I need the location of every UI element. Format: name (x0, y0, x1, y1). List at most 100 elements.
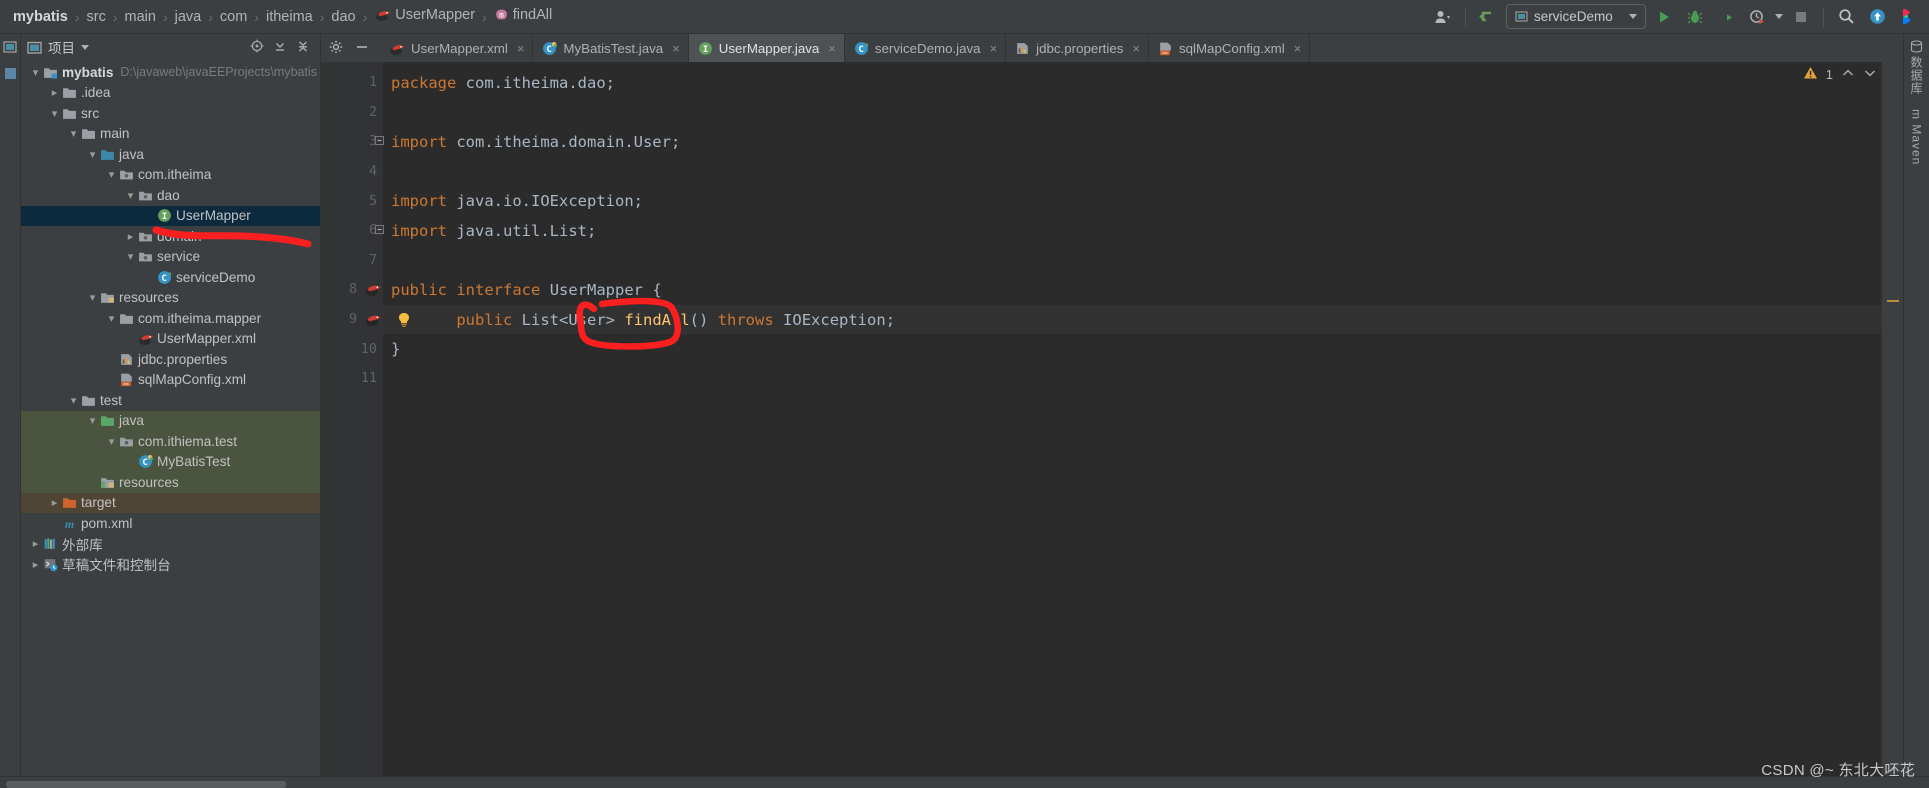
run-with-coverage-icon[interactable] (1713, 5, 1739, 29)
editor-tab-close-icon[interactable]: × (1294, 41, 1302, 56)
tree-toggle-open-icon[interactable] (124, 250, 137, 263)
nav-previous-problem-icon[interactable] (1841, 67, 1855, 82)
breadcrumb-item-java[interactable]: java (172, 9, 205, 25)
tree-toggle-open-icon[interactable] (105, 168, 118, 181)
editor-tab-usermapper-java[interactable]: I UserMapper.java × (688, 34, 845, 62)
mybatis-gutter-icon[interactable] (364, 282, 381, 297)
gutter-line-3[interactable]: 3 (321, 127, 384, 157)
tree-node-usermapper[interactable]: I UserMapper (21, 205, 320, 226)
tree-toggle-open-icon[interactable] (105, 435, 118, 448)
tree-toggle-closed-icon[interactable] (124, 230, 137, 243)
code-line-9[interactable]: public List<User> findAll() throws IOExc… (383, 304, 1881, 335)
search-everywhere-icon[interactable] (1833, 5, 1859, 29)
breadcrumb-item-main[interactable]: main (122, 9, 159, 25)
breadcrumb-item-findall[interactable]: m findAll (491, 7, 556, 26)
tree-node-[interactable]: 草稿文件和控制台 (21, 554, 320, 575)
user-account-icon[interactable] (1430, 5, 1456, 29)
tree-toggle-open-icon[interactable] (86, 148, 99, 161)
tree-node-com-itheima-mapper[interactable]: com.itheima.mapper (21, 308, 320, 329)
editor-marker-bar[interactable] (1881, 62, 1903, 776)
hide-icon[interactable] (355, 40, 369, 57)
tree-node-com-ithiema-test[interactable]: com.ithiema.test (21, 431, 320, 452)
tree-toggle-open-icon[interactable] (105, 312, 118, 325)
editor-tab-jdbc-properties[interactable]: jdbc.properties × (1006, 34, 1149, 62)
code-line-6[interactable]: import java.util.List; (383, 216, 1881, 246)
structure-tool-button[interactable] (4, 67, 17, 83)
tree-toggle-open-icon[interactable] (86, 414, 99, 427)
editor-tab-servicedemo-java[interactable]: CserviceDemo.java × (845, 34, 1007, 62)
editor-tab-mybatistest-java[interactable]: C MyBatisTest.java × (533, 34, 689, 62)
locate-icon[interactable] (250, 39, 264, 56)
tree-toggle-open-icon[interactable] (86, 291, 99, 304)
tree-node-java[interactable]: java (21, 410, 320, 431)
code-line-7[interactable] (383, 246, 1881, 276)
profiler-icon[interactable] (1744, 5, 1770, 29)
editor-tab-usermapper-xml[interactable]: UserMapper.xml × (379, 34, 534, 62)
gutter-line-9[interactable]: 9 (321, 305, 383, 335)
code-line-10[interactable]: } (383, 334, 1881, 364)
project-chevron-down-icon[interactable] (81, 44, 89, 50)
tree-toggle-open-icon[interactable] (48, 107, 61, 120)
run-configuration-selector[interactable]: serviceDemo (1506, 4, 1646, 29)
tree-toggle-open-icon[interactable] (67, 127, 80, 140)
tree-node-mybatis[interactable]: mybatis D:\javaweb\javaEEProjects\mybatis (21, 62, 320, 83)
tree-node-usermapper-xml[interactable]: UserMapper.xml (21, 329, 320, 350)
tree-node-mybatistest[interactable]: C MyBatisTest (21, 451, 320, 472)
update-project-icon[interactable] (1475, 5, 1501, 29)
code-line-5[interactable]: import java.io.IOException; (383, 186, 1881, 216)
tree-node-domain[interactable]: domain (21, 226, 320, 247)
tree-toggle-closed-icon[interactable] (48, 496, 61, 509)
profiler-chevron-icon[interactable] (1775, 14, 1783, 19)
breadcrumb-item-dao[interactable]: dao (328, 9, 358, 25)
intention-bulb-icon[interactable] (397, 312, 411, 328)
gutter-line-7[interactable]: 7 (321, 246, 383, 276)
tree-toggle-open-icon[interactable] (67, 394, 80, 407)
gutter-line-8[interactable]: 8 (321, 275, 383, 305)
tree-node-src[interactable]: src (21, 103, 320, 124)
chevron-down-icon[interactable] (1629, 14, 1637, 19)
editor-tab-sqlmapconfig-xml[interactable]: <> sqlMapConfig.xml × (1149, 34, 1311, 62)
updates-icon[interactable] (1864, 5, 1890, 29)
nav-next-problem-icon[interactable] (1863, 67, 1877, 82)
tree-toggle-closed-icon[interactable] (48, 86, 61, 99)
tree-node-resources[interactable]: resources (21, 472, 320, 493)
breadcrumb-item-src[interactable]: src (83, 9, 108, 25)
editor-tab-close-icon[interactable]: × (517, 41, 525, 56)
ide-icon[interactable] (1895, 5, 1921, 29)
settings-icon[interactable] (329, 40, 343, 57)
tree-toggle-closed-icon[interactable] (29, 537, 42, 550)
breadcrumb-item-itheima[interactable]: itheima (263, 9, 316, 25)
collapse-all-icon[interactable] (296, 39, 310, 56)
editor-tab-close-icon[interactable]: × (1132, 41, 1140, 56)
database-tool-button[interactable]: 数据库 (1908, 40, 1925, 95)
code-line-3[interactable]: import com.itheima.domain.User; (383, 127, 1881, 157)
inspection-status[interactable]: 1 (1803, 66, 1877, 83)
project-tree[interactable]: mybatis D:\javaweb\javaEEProjects\mybatis… (21, 60, 320, 776)
debug-icon[interactable] (1682, 5, 1708, 29)
gutter-line-5[interactable]: 5 (321, 186, 383, 216)
tree-node-sqlmapconfig-xml[interactable]: <> sqlMapConfig.xml (21, 370, 320, 391)
tree-toggle-open-icon[interactable] (124, 189, 137, 202)
breadcrumb-item-com[interactable]: com (217, 9, 250, 25)
tree-toggle-closed-icon[interactable] (29, 558, 42, 571)
tree-node-java[interactable]: java (21, 144, 320, 165)
tree-node-service[interactable]: service (21, 247, 320, 268)
editor-tab-close-icon[interactable]: × (672, 41, 680, 56)
mybatis-gutter-icon[interactable] (364, 312, 381, 327)
breadcrumb-item-mybatis[interactable]: mybatis (10, 9, 71, 25)
code-line-8[interactable]: public interface UserMapper { (383, 275, 1881, 305)
code-line-1[interactable]: package com.itheima.dao; (383, 68, 1881, 98)
code-editor[interactable]: 1 2 3 4 5 6 7 8 9 10 11 package com.itheima.dao; im… (321, 62, 1903, 776)
tree-node-main[interactable]: main (21, 124, 320, 145)
editor-tab-close-icon[interactable]: × (828, 41, 836, 56)
tree-node-dao[interactable]: dao (21, 185, 320, 206)
warning-marker[interactable] (1887, 300, 1899, 302)
maven-tool-button[interactable]: m Maven (1910, 109, 1924, 165)
tree-node-target[interactable]: target (21, 492, 320, 513)
tree-node-com-itheima[interactable]: com.itheima (21, 165, 320, 186)
editor-tab-close-icon[interactable]: × (990, 41, 998, 56)
tree-node-jdbc-properties[interactable]: jdbc.properties (21, 349, 320, 370)
editor-code[interactable]: package com.itheima.dao; import com.ithei… (383, 62, 1881, 776)
code-line-2[interactable] (383, 98, 1881, 128)
breadcrumb-item-usermapper[interactable]: UserMapper (371, 7, 478, 26)
